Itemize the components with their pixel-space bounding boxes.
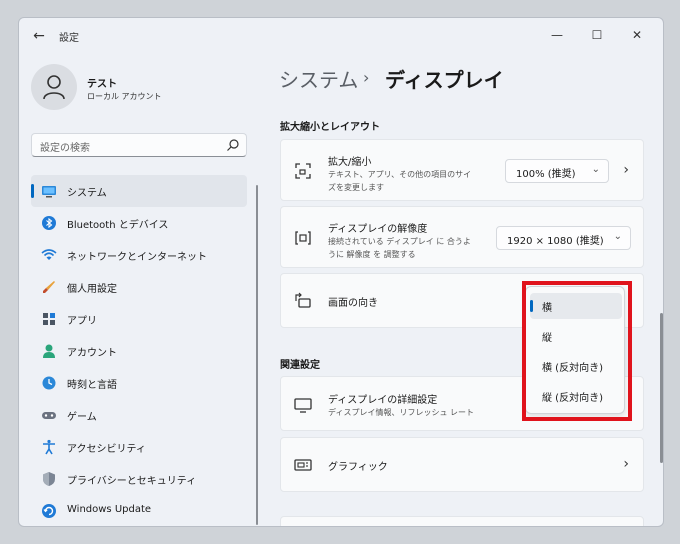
back-arrow-icon[interactable]: ← [27, 26, 51, 46]
sidebar-item-label: 時刻と言語 [67, 380, 117, 391]
resolution-dropdown[interactable]: 1920 × 1080 (推奨) ⌄ [496, 226, 631, 250]
system-icon [42, 186, 56, 198]
accessibility-icon [43, 439, 55, 455]
sidebar-item-label: ゲーム [67, 412, 97, 423]
account-type: ローカル アカウント [87, 92, 162, 101]
bluetooth-icon [42, 216, 56, 230]
scale-dropdown[interactable]: 100% (推奨) ⌄ [505, 159, 609, 183]
sidebar-item-label: 個人用設定 [67, 284, 117, 295]
chevron-right-icon[interactable]: › [623, 162, 629, 178]
gaming-icon [42, 412, 56, 419]
app-title: 設定 [59, 33, 79, 44]
breadcrumb-separator: › [363, 68, 370, 87]
section-title-related: 関連設定 [280, 360, 320, 371]
sidebar-item-gaming[interactable]: ゲーム [31, 399, 247, 431]
maximize-button[interactable]: ☐ [577, 22, 617, 48]
sidebar-item-system[interactable]: システム [31, 175, 247, 207]
sidebar-item-label: アカウント [67, 348, 117, 359]
sidebar-item-bluetooth[interactable]: Bluetooth とデバイス [31, 207, 247, 239]
user-icon [43, 75, 65, 100]
sidebar-item-apps[interactable]: アプリ [31, 303, 247, 335]
network-icon [41, 249, 57, 260]
time-language-icon [42, 376, 56, 390]
scale-value: 100% (推奨) [516, 169, 576, 180]
sidebar-nav: システム Bluetooth とデバイス ネットワークとインターネット 個人用設… [31, 175, 247, 526]
avatar[interactable] [31, 64, 77, 110]
scale-card: 拡大/縮小 テキスト、アプリ、その他の項目のサイズを変更します 100% (推奨… [280, 139, 644, 201]
sidebar-item-label: アクセシビリティ [67, 444, 146, 455]
sidebar-item-personalization[interactable]: 個人用設定 [31, 271, 247, 303]
graphics-card-icon [294, 459, 312, 471]
scale-description: テキスト、アプリ、その他の項目のサイズを変更します [328, 170, 472, 192]
resolution-card: ディスプレイの解像度 接続されている ディスプレイ に 合うように 解像度 を … [280, 206, 644, 268]
advanced-display-title: ディスプレイの詳細設定 [328, 395, 438, 406]
apps-icon [43, 313, 55, 325]
chevron-right-icon[interactable]: › [623, 456, 629, 472]
graphics-title: グラフィック [328, 462, 388, 473]
monitor-icon [294, 398, 312, 413]
privacy-icon [43, 472, 55, 486]
resolution-value: 1920 × 1080 (推奨) [507, 236, 604, 247]
scale-icon [295, 163, 311, 179]
resolution-icon [295, 231, 311, 245]
resolution-description: 接続されている ディスプレイ に 合うように 解像度 を 調整する [328, 237, 471, 259]
advanced-display-description: ディスプレイ情報、リフレッシュ レート [328, 408, 474, 417]
sidebar-item-label: システム [67, 188, 107, 199]
search-box[interactable]: 設定の検索 [31, 133, 247, 157]
close-button[interactable]: ✕ [617, 22, 657, 48]
sidebar-item-label: ネットワークとインターネット [67, 252, 207, 263]
main-scrollbar[interactable] [660, 313, 663, 463]
next-card [280, 516, 644, 526]
sidebar-scrollbar[interactable] [256, 185, 258, 525]
search-icon[interactable] [226, 138, 240, 152]
title-bar: ← 設定 — ☐ ✕ [19, 18, 663, 54]
sidebar-item-label: アプリ [67, 316, 97, 327]
search-input[interactable]: 設定の検索 [40, 139, 90, 154]
chevron-down-icon: ⌄ [591, 164, 600, 175]
sidebar-item-label: Windows Update [67, 504, 152, 515]
graphics-card[interactable]: グラフィック › [280, 437, 644, 492]
scale-title: 拡大/縮小 [328, 157, 372, 168]
user-name: テスト [87, 79, 117, 90]
chevron-down-icon: ⌄ [613, 231, 622, 242]
breadcrumb-root[interactable]: システム [279, 64, 358, 93]
sidebar-item-accessibility[interactable]: アクセシビリティ [31, 431, 247, 463]
resolution-title: ディスプレイの解像度 [328, 224, 428, 235]
sidebar-item-privacy[interactable]: プライバシーとセキュリティ [31, 463, 247, 495]
windows-update-icon [42, 504, 56, 518]
orientation-icon [295, 292, 311, 308]
highlight-annotation-box [522, 281, 632, 421]
orientation-title: 画面の向き [328, 298, 378, 309]
personalization-icon [43, 281, 55, 293]
sidebar-item-label: Bluetooth とデバイス [67, 220, 169, 231]
sidebar-item-windows-update[interactable]: Windows Update [31, 495, 247, 526]
page-title: ディスプレイ [385, 68, 504, 92]
minimize-button[interactable]: — [537, 22, 577, 48]
accounts-icon [43, 344, 55, 358]
settings-window: ← 設定 — ☐ ✕ テスト ローカル アカウント 設定の検索 システム Blu… [18, 17, 664, 527]
sidebar-item-accounts[interactable]: アカウント [31, 335, 247, 367]
sidebar-item-label: プライバシーとセキュリティ [67, 476, 197, 487]
section-title-scale-layout: 拡大縮小とレイアウト [280, 122, 380, 133]
sidebar-item-network[interactable]: ネットワークとインターネット [31, 239, 247, 271]
sidebar-item-time-language[interactable]: 時刻と言語 [31, 367, 247, 399]
